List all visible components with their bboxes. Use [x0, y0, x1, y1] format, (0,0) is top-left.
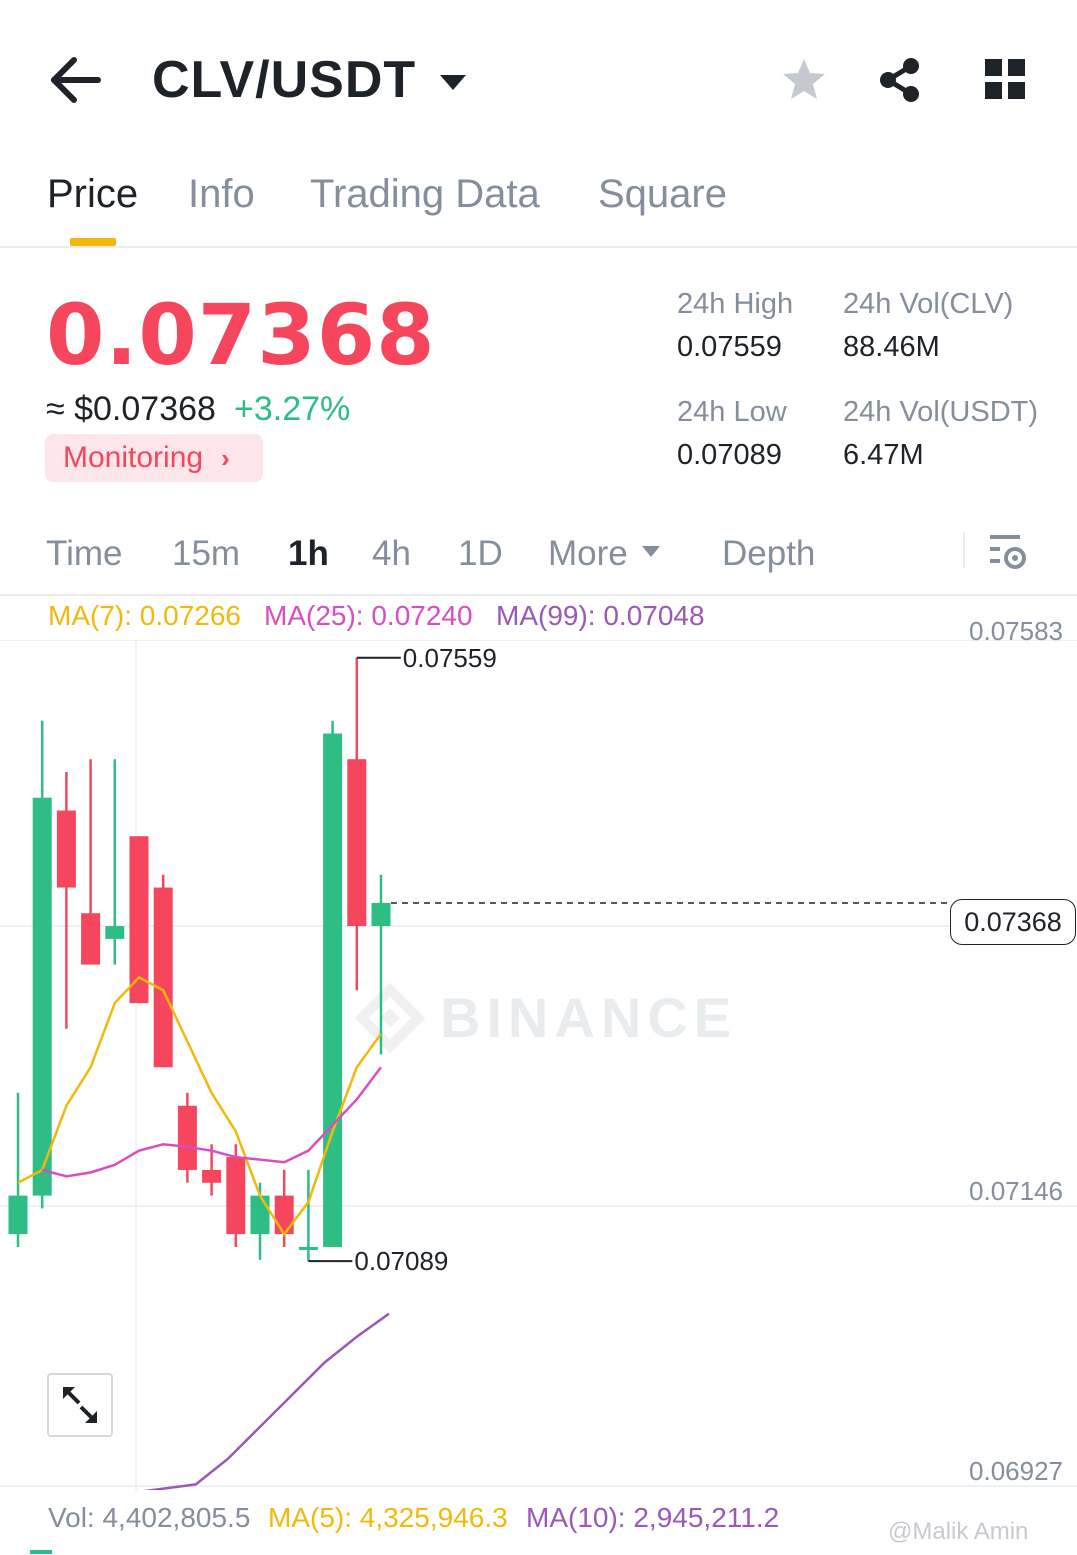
candle-body — [226, 1157, 246, 1235]
vol-quote-24h-value: 6.47M — [843, 439, 924, 471]
ma99-legend: MA(99): 0.07048 — [496, 600, 705, 631]
binance-logo-icon — [354, 982, 426, 1054]
candle-body — [371, 902, 391, 927]
expand-chart-button[interactable] — [47, 1373, 113, 1437]
depth-tab[interactable]: Depth — [722, 534, 815, 574]
candle-body — [274, 1195, 294, 1235]
y-axis-label-top: 0.07583 — [969, 616, 1063, 646]
tab-price[interactable]: Price — [47, 172, 138, 217]
expand-icon — [63, 1387, 97, 1423]
interval-4h[interactable]: 4h — [372, 534, 411, 574]
current-price-tag: 0.07368 — [950, 899, 1076, 945]
binance-watermark-text: BINANCE — [440, 986, 737, 1049]
volume-ma5: MA(5): 4,325,946.3 — [268, 1502, 508, 1533]
chart-settings-icon[interactable] — [988, 532, 1030, 572]
volume-bar-accent — [30, 1550, 52, 1554]
low-marker-label: 0.07089 — [354, 1246, 448, 1276]
pair-title: CLV/USDT — [152, 51, 417, 109]
vol-base-24h-value: 88.46M — [843, 331, 940, 363]
tab-info[interactable]: Info — [188, 172, 255, 217]
caret-down-icon — [641, 546, 660, 558]
last-price: 0.07368 — [46, 286, 436, 384]
binance-watermark: BINANCE — [354, 982, 737, 1054]
candle-body — [177, 1105, 197, 1170]
caret-down-icon — [440, 74, 467, 90]
high-24h-value: 0.07559 — [677, 331, 782, 363]
candle-body — [8, 1195, 28, 1235]
ma7-legend: MA(7): 0.07266 — [48, 600, 241, 631]
interval-15m[interactable]: 15m — [172, 534, 240, 574]
top-bar: CLV/USDT — [0, 0, 1077, 150]
chevron-right-icon: › — [221, 442, 230, 473]
interval-time[interactable]: Time — [46, 534, 122, 574]
interval-1d[interactable]: 1D — [458, 534, 503, 574]
back-arrow-icon[interactable] — [48, 52, 104, 108]
user-watermark: @Malik Amin — [888, 1518, 1029, 1545]
y-axis-label-mid: 0.07146 — [969, 1176, 1063, 1206]
candle-body — [56, 810, 76, 888]
grid-menu-icon[interactable] — [982, 56, 1030, 104]
candle-body — [81, 913, 101, 965]
candle-body — [347, 759, 367, 927]
high-24h-label: 24h High — [677, 288, 794, 320]
candle-body — [32, 797, 52, 1196]
interval-more-label: More — [548, 534, 628, 573]
interval-1h[interactable]: 1h — [288, 534, 329, 574]
high-marker-label: 0.07559 — [403, 643, 497, 673]
low-24h-value: 0.07089 — [677, 439, 782, 471]
candle-body — [298, 1246, 318, 1250]
y-axis-label-bottom: 0.06927 — [969, 1456, 1063, 1486]
volume-ma10: MA(10): 2,945,211.2 — [526, 1502, 780, 1533]
volume-value: Vol: 4,402,805.5 — [48, 1502, 251, 1533]
approx-usd-price: ≈ $0.07368 — [46, 390, 216, 428]
candle-body — [250, 1195, 270, 1235]
tab-square[interactable]: Square — [598, 172, 727, 217]
vol-quote-24h-label: 24h Vol(USDT) — [843, 396, 1039, 428]
candle-body — [323, 733, 343, 1247]
candlestick-chart[interactable]: BINANCE 0.07559 0.07089 — [0, 640, 1077, 1490]
price-markers: 0.07559 0.07089 — [308, 643, 948, 1276]
tab-trading-data[interactable]: Trading Data — [310, 172, 540, 217]
candle-body — [202, 1169, 222, 1183]
star-icon[interactable] — [780, 56, 828, 104]
interval-more[interactable]: More — [548, 534, 660, 574]
candles — [8, 657, 391, 1262]
interval-bar: Time 15m 1h 4h 1D More Depth — [0, 520, 1077, 596]
candle-body — [105, 926, 125, 939]
monitoring-label: Monitoring — [63, 441, 204, 474]
ma25-legend: MA(25): 0.07240 — [264, 600, 473, 631]
monitoring-button[interactable]: Monitoring › — [45, 434, 263, 482]
share-icon[interactable] — [876, 56, 924, 104]
price-change-percent: +3.27% — [234, 390, 351, 428]
candle-body — [153, 887, 173, 1068]
pair-selector[interactable]: CLV/USDT — [152, 50, 467, 110]
vol-base-24h-label: 24h Vol(CLV) — [843, 288, 1014, 320]
section-tabs: Price Info Trading Data Square — [0, 160, 1077, 248]
low-24h-label: 24h Low — [677, 396, 787, 428]
divider — [963, 532, 965, 568]
active-tab-indicator — [70, 238, 116, 246]
